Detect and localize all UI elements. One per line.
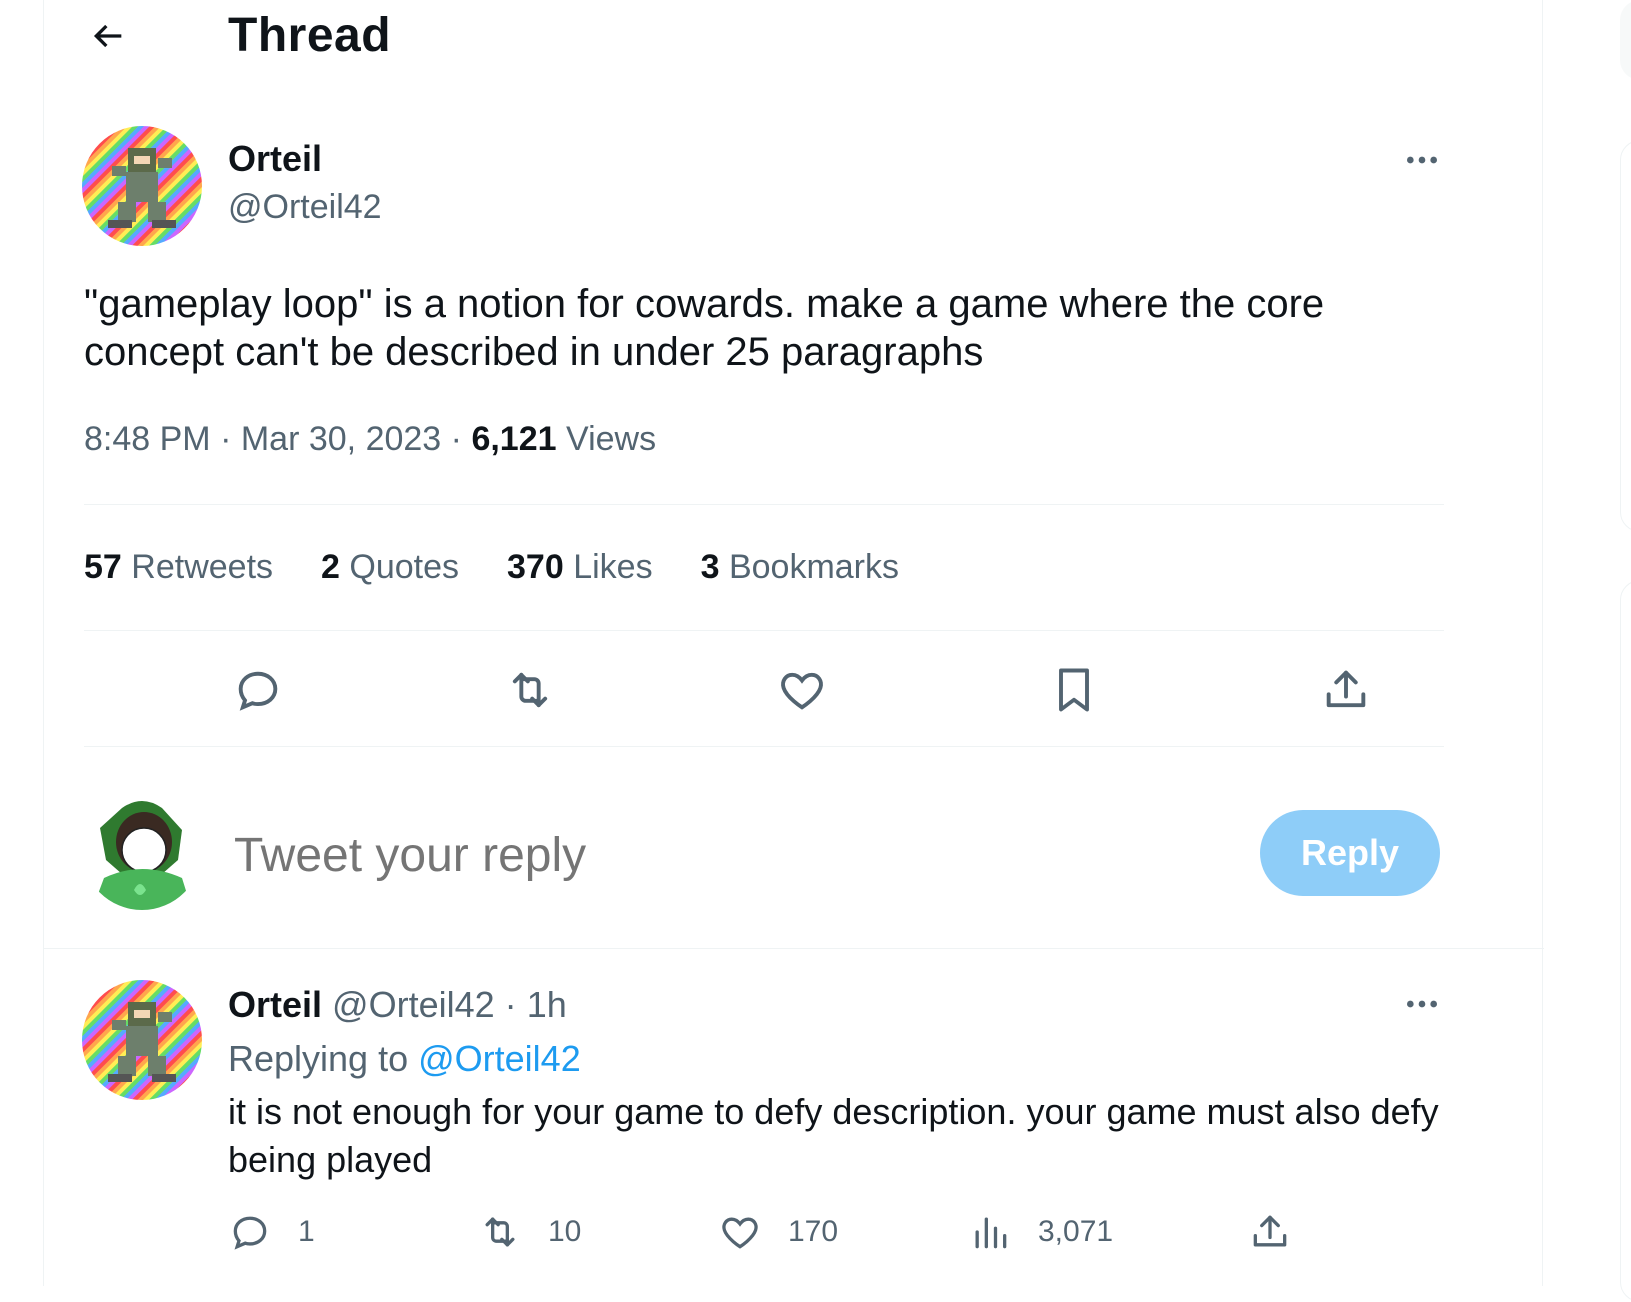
arrow-left-icon	[93, 24, 122, 48]
tweet-stats: 57 Retweets 2 Quotes 370 Likes 3 Bookmar…	[84, 548, 899, 587]
author-handle[interactable]: @Orteil42	[228, 188, 382, 227]
retweet-icon	[512, 672, 548, 708]
avatar-image	[82, 980, 202, 1100]
reply-retweet-button[interactable]: 10	[478, 1210, 581, 1254]
sidebar-card	[1620, 580, 1631, 1302]
reply-share-button[interactable]	[1248, 1210, 1292, 1254]
views-icon	[975, 1217, 1007, 1249]
divider	[84, 504, 1444, 505]
heart-icon	[781, 672, 823, 710]
reply-icon	[238, 671, 278, 711]
tweet-text: "gameplay loop" is a notion for cowards.…	[84, 282, 1325, 374]
retweet-icon	[485, 1217, 515, 1247]
retweet-button[interactable]	[500, 660, 560, 720]
reply-input[interactable]	[232, 818, 1136, 892]
retweet-count: 10	[548, 1215, 582, 1248]
views-label: Views	[566, 420, 657, 458]
likes-stat[interactable]: 370 Likes	[507, 548, 653, 587]
avatar[interactable]	[82, 980, 202, 1100]
thread-column: Thread Orteil @Orteil42 "gameplay loop" …	[43, 0, 1544, 1286]
page-title: Thread	[228, 9, 392, 62]
more-icon	[1407, 156, 1437, 164]
divider	[44, 948, 1544, 949]
replying-to-label: Replying to	[228, 1038, 409, 1079]
current-user-avatar[interactable]	[82, 790, 202, 910]
sidebar-search-card	[1620, 0, 1631, 80]
bookmark-icon	[1059, 668, 1089, 712]
like-button[interactable]	[772, 660, 832, 720]
back-button[interactable]	[84, 12, 132, 60]
reply-like-button[interactable]: 170	[718, 1210, 838, 1254]
share-icon	[1253, 1215, 1287, 1247]
reply-actions: 1 10 170 3,071	[228, 1210, 1428, 1250]
retweets-stat[interactable]: 57 Retweets	[84, 548, 273, 587]
replying-to: Replying to @Orteil42	[228, 1038, 581, 1080]
views-count: 3,071	[1038, 1215, 1114, 1248]
sidebar-card	[1620, 140, 1631, 532]
tweet-actions	[84, 640, 1444, 740]
replying-to-link[interactable]: @Orteil42	[418, 1038, 581, 1079]
reply-icon	[233, 1216, 267, 1250]
tweet-time[interactable]: 8:48 PM	[84, 420, 211, 458]
more-icon	[1407, 1000, 1437, 1008]
bookmarks-stat[interactable]: 3 Bookmarks	[701, 548, 899, 587]
share-icon	[1326, 670, 1366, 708]
heart-icon	[722, 1217, 758, 1249]
thread-header: Thread	[44, 0, 1544, 74]
reply-reply-button[interactable]: 1	[228, 1210, 315, 1254]
reply-author-name[interactable]: Orteil	[228, 984, 322, 1025]
reply-author-line: Orteil @Orteil42 · 1h	[228, 984, 567, 1026]
quotes-stat[interactable]: 2 Quotes	[321, 548, 459, 587]
reply-text: it is not enough for your game to defy d…	[228, 1091, 1439, 1180]
more-button[interactable]	[1394, 984, 1450, 1024]
reply-button[interactable]	[228, 660, 288, 720]
meta-separator: ·	[504, 984, 517, 1025]
reply-time[interactable]: 1h	[527, 984, 567, 1025]
views-count: 6,121	[471, 420, 557, 458]
share-button[interactable]	[1316, 660, 1376, 720]
reply-views-button[interactable]: 3,071	[968, 1210, 1113, 1254]
avatar-image	[82, 126, 202, 246]
tweet-date[interactable]: Mar 30, 2023	[241, 420, 441, 458]
reply-submit-button[interactable]: Reply	[1260, 810, 1440, 896]
tweet-meta: 8:48 PM · Mar 30, 2023 · 6,121 Views	[84, 420, 656, 459]
meta-separator: ·	[220, 420, 232, 458]
divider	[84, 630, 1444, 631]
reply-count: 1	[298, 1215, 315, 1248]
like-count: 170	[788, 1215, 839, 1248]
bookmark-button[interactable]	[1044, 660, 1104, 720]
avatar[interactable]	[82, 126, 202, 246]
reply-author-handle[interactable]: @Orteil42	[332, 984, 495, 1025]
avatar-image	[82, 790, 202, 910]
author-name[interactable]: Orteil	[228, 138, 322, 180]
meta-separator: ·	[450, 420, 462, 458]
divider	[84, 746, 1444, 747]
more-button[interactable]	[1394, 140, 1450, 180]
